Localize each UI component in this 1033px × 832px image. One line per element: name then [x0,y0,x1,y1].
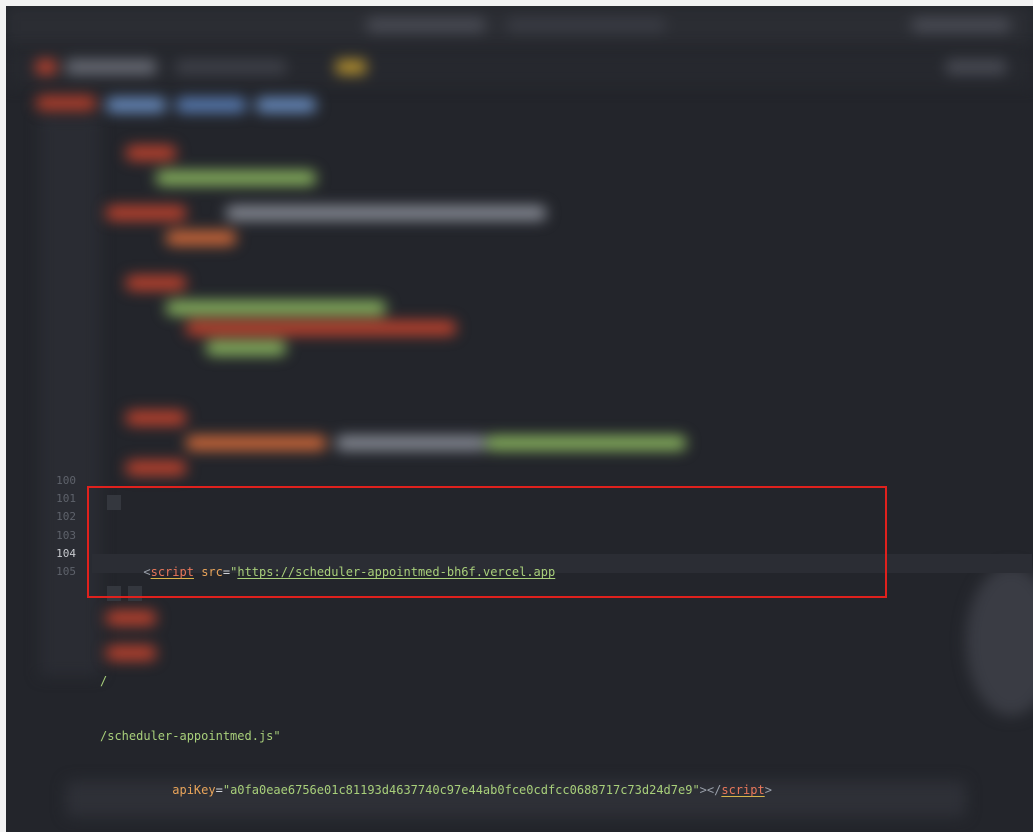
code-line-101[interactable]: <script src="https://scheduler-appointme… [100,563,772,581]
blurred-orb [966,566,1033,716]
editor-window: 100 101 102 103 104 105 <script src="htt… [6,6,1033,832]
tag-name-script-close: script [721,783,765,798]
code-line-104[interactable]: /scheduler-appointmed.js" [100,727,772,745]
tag-close-bracket: > [764,783,772,798]
line-number-gutter: 100 101 102 103 104 105 [26,472,76,581]
apikey-value: "a0fa0eae6756e01c81193d4637740c97e44ab0f… [222,783,700,798]
tag-close-open: ></ [699,783,722,798]
path-filename: /scheduler-appointmed.js" [100,728,281,743]
line-number: 105 [56,564,76,578]
code-line-103[interactable]: / [100,672,772,690]
line-number: 101 [56,492,76,506]
code-area[interactable]: <script src="https://scheduler-appointme… [100,472,772,832]
src-url-link[interactable]: https://scheduler-appointmed-bh6f.vercel… [237,565,555,579]
line-number: 103 [56,528,76,542]
tag-name-script: script [150,565,194,579]
code-line-105[interactable]: apiKey="a0fa0eae6756e01c81193d4637740c97… [100,781,772,799]
tag-open-bracket: < [143,565,151,579]
line-number: 100 [56,474,76,487]
code-blurred-region [6,6,1033,486]
attr-apikey: apiKey [172,783,216,798]
code-line-102[interactable] [100,618,772,636]
path-slash: / [100,674,108,689]
attr-equals: = [215,783,223,798]
line-number: 102 [56,510,76,524]
code-line-100[interactable] [100,508,772,526]
attr-src: src [201,565,223,579]
line-number-active: 104 [56,546,76,560]
